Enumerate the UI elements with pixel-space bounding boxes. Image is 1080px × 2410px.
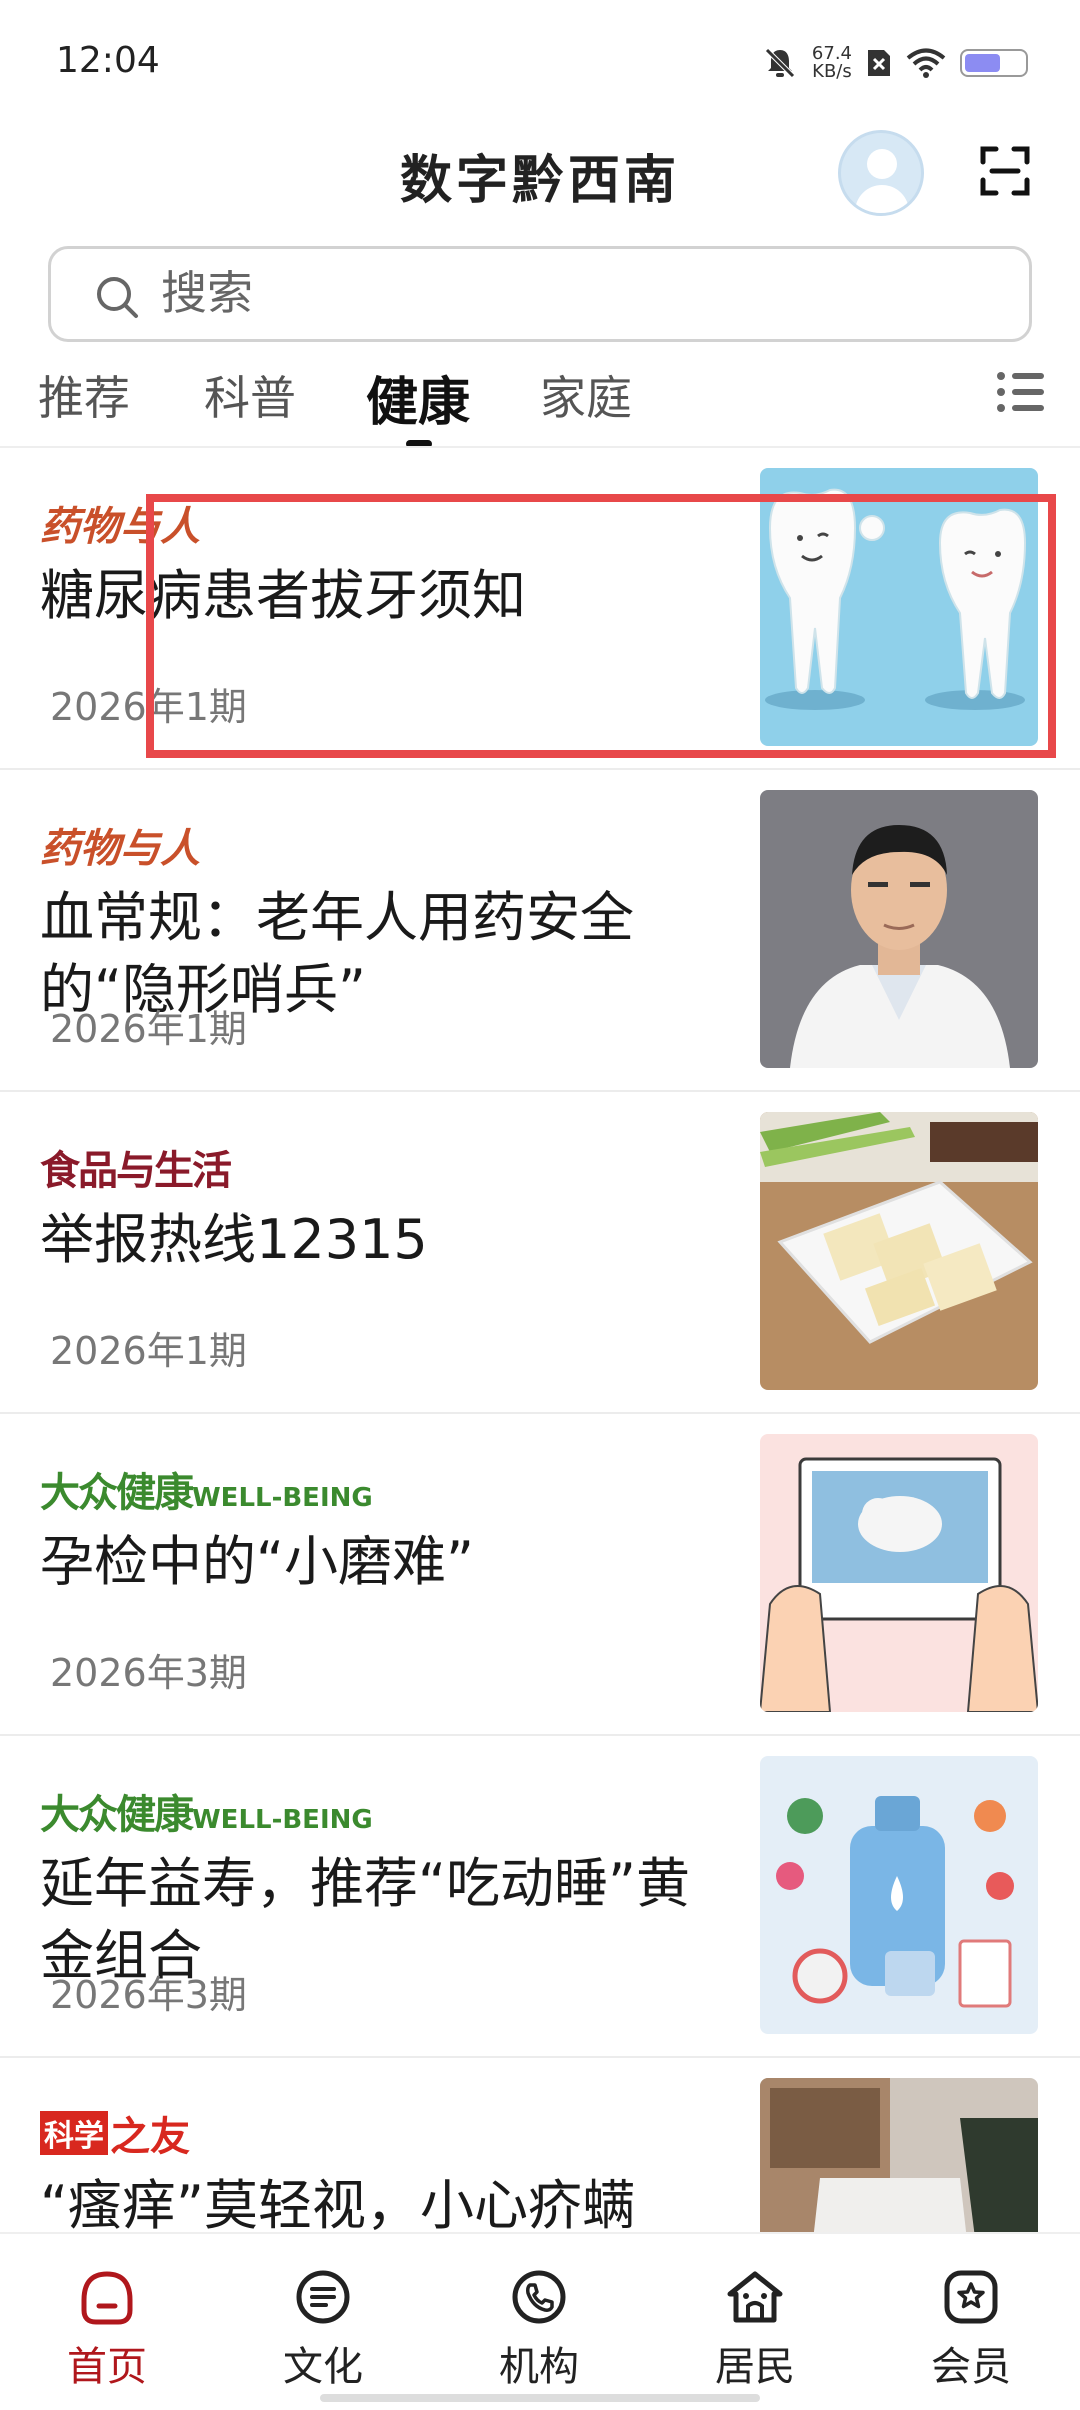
article-source: 食品与生活 bbox=[40, 1148, 232, 1194]
tab-family[interactable]: 家庭 bbox=[540, 362, 632, 428]
search-input[interactable] bbox=[159, 265, 983, 321]
article-issue: 2026年1期 bbox=[50, 685, 247, 729]
status-bar: 12:04 67.4 KB/s bbox=[0, 0, 1080, 120]
doctor-thumbnail bbox=[760, 790, 1038, 1068]
gesture-bar[interactable] bbox=[320, 2394, 760, 2402]
nav-label: 首页 bbox=[67, 2344, 147, 2390]
nav-institution[interactable]: 机构 bbox=[469, 2266, 609, 2392]
list-menu-icon[interactable] bbox=[996, 370, 1046, 414]
no-sim-icon bbox=[868, 50, 890, 76]
article-issue: 2026年1期 bbox=[50, 1007, 247, 1051]
bottom-nav: 首页 文化 机构 居民 会员 bbox=[0, 2232, 1080, 2410]
net-speed: 67.4 KB/s bbox=[811, 43, 852, 82]
nav-label: 文化 bbox=[283, 2344, 363, 2390]
residents-icon bbox=[727, 2271, 783, 2323]
battery-icon bbox=[960, 49, 1028, 77]
tab-recommend[interactable]: 推荐 bbox=[38, 362, 130, 428]
nav-label: 会员 bbox=[931, 2344, 1011, 2390]
search-bar[interactable] bbox=[48, 246, 1032, 342]
article-source: 科学 之友 bbox=[40, 2104, 190, 2162]
article-issue: 2026年3期 bbox=[50, 1651, 247, 1695]
member-icon bbox=[944, 2270, 998, 2324]
article-item[interactable]: 药物与人 血常规：老年人用药安全的“隐形哨兵” 2026年1期 bbox=[0, 770, 1080, 1092]
nav-culture[interactable]: 文化 bbox=[253, 2266, 393, 2392]
article-source: 大众健康WELL-BEING bbox=[40, 1792, 373, 1838]
avatar[interactable] bbox=[838, 130, 924, 216]
nav-label: 机构 bbox=[499, 2344, 579, 2390]
article-issue: 2026年1期 bbox=[50, 1329, 247, 1373]
article-title: 糖尿病患者拔牙须知 bbox=[40, 564, 526, 627]
battery-level bbox=[965, 54, 1000, 72]
teeth-thumbnail bbox=[760, 468, 1038, 746]
health-thumbnail bbox=[760, 1756, 1038, 2034]
nav-member[interactable]: 会员 bbox=[901, 2266, 1041, 2392]
search-icon bbox=[97, 277, 138, 318]
mute-icon bbox=[765, 48, 795, 78]
nav-home[interactable]: 首页 bbox=[37, 2266, 177, 2392]
status-time: 12:04 bbox=[56, 40, 160, 81]
tofu-thumbnail bbox=[760, 1112, 1038, 1390]
nav-residents[interactable]: 居民 bbox=[685, 2266, 825, 2392]
article-title: 举报热线12315 bbox=[40, 1208, 428, 1271]
article-item[interactable]: 大众健康WELL-BEING 延年益寿，推荐“吃动睡”黄金组合 2026年3期 bbox=[0, 1736, 1080, 2058]
article-source: 药物与人 bbox=[40, 504, 200, 550]
status-icons: 67.4 KB/s bbox=[762, 36, 1028, 90]
wifi-icon bbox=[906, 48, 946, 78]
tab-health[interactable]: 健康 bbox=[366, 360, 470, 435]
nav-label: 居民 bbox=[715, 2344, 795, 2390]
article-item[interactable]: 大众健康WELL-BEING 孕检中的“小磨难” 2026年3期 bbox=[0, 1414, 1080, 1736]
article-source: 药物与人 bbox=[40, 826, 200, 872]
article-item[interactable]: 食品与生活 举报热线12315 2026年1期 bbox=[0, 1092, 1080, 1414]
article-list: 药物与人 糖尿病患者拔牙须知 2026年1期 药物与人 血常规：老年人用药安全的… bbox=[0, 448, 1080, 2380]
article-title: 孕检中的“小磨难” bbox=[40, 1530, 474, 1593]
article-issue: 2026年3期 bbox=[50, 1973, 247, 2017]
ultrasound-thumbnail bbox=[760, 1434, 1038, 1712]
home-icon bbox=[81, 2271, 133, 2325]
phone-icon bbox=[512, 2270, 566, 2324]
category-tabs: 推荐 科普 健康 家庭 bbox=[0, 360, 1080, 450]
tab-science[interactable]: 科普 bbox=[204, 362, 296, 428]
scan-icon[interactable] bbox=[980, 146, 1030, 196]
article-source: 大众健康WELL-BEING bbox=[40, 1470, 373, 1516]
culture-icon bbox=[296, 2270, 350, 2324]
article-item[interactable]: 药物与人 糖尿病患者拔牙须知 2026年1期 bbox=[0, 448, 1080, 770]
